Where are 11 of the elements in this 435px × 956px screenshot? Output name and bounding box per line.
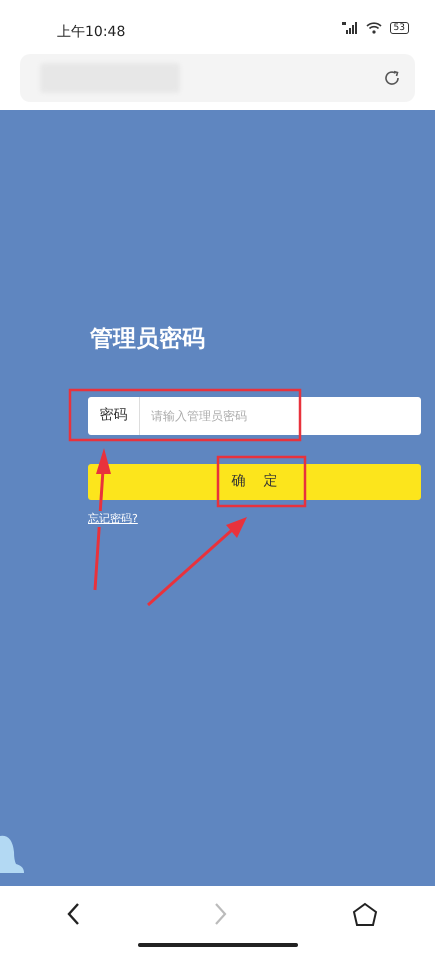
status-time: 上午10:48 (57, 23, 126, 42)
battery-indicator: 53 (390, 22, 409, 34)
refresh-icon[interactable] (383, 69, 401, 87)
forgot-password-link[interactable]: 忘记密码? (88, 510, 138, 527)
signal-icon (342, 22, 358, 34)
field-label: 密码 (88, 396, 140, 434)
password-input[interactable]: 请输入管理员密码 (140, 396, 421, 434)
page-title: 管理员密码 (90, 325, 206, 354)
wifi-icon (366, 22, 382, 34)
home-icon (352, 902, 378, 928)
confirm-button[interactable]: 确 定 (88, 464, 421, 500)
